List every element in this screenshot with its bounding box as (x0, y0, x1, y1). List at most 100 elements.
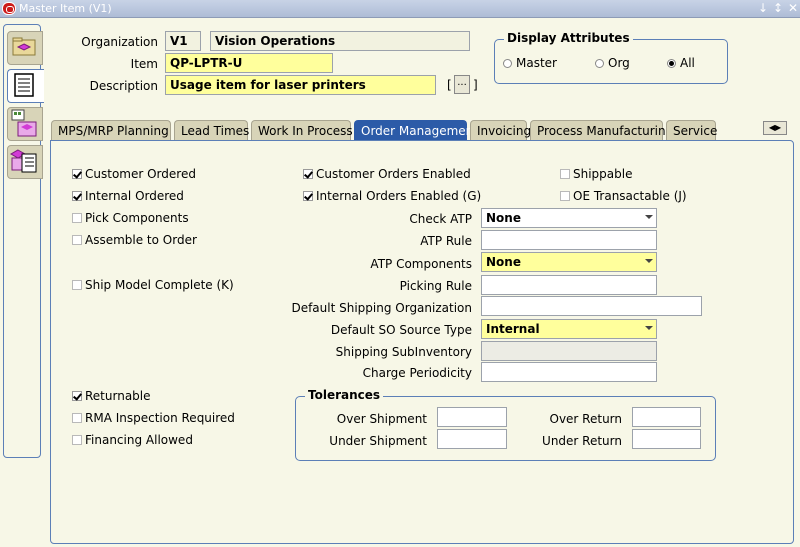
default-shipping-org-field[interactable] (481, 296, 702, 316)
radio-org-label: Org (608, 56, 630, 70)
radio-master-dot (503, 59, 512, 68)
close-icon[interactable]: ✕ (786, 1, 800, 15)
side-tab-folder[interactable] (7, 31, 43, 65)
tab-work-in-process[interactable]: Work In Process (251, 120, 353, 140)
pick-components-checkbox[interactable]: Pick Components (72, 211, 189, 225)
radio-org-dot (595, 59, 604, 68)
minimize-icon[interactable]: ↓ (756, 1, 770, 15)
bracket-close: ] (473, 78, 478, 92)
pick-components-box (72, 213, 82, 223)
assemble-to-order-box (72, 235, 82, 245)
tab-process-manufacturing[interactable]: Process Manufacturing (530, 120, 673, 140)
over-return-field[interactable] (632, 407, 701, 427)
shipping-subinventory-label: Shipping SubInventory (335, 345, 472, 359)
oe-transactable-checkbox[interactable]: OE Transactable (J) (560, 189, 687, 203)
more-button[interactable]: ... (454, 75, 470, 94)
radio-all-dot (667, 59, 676, 68)
returnable-label: Returnable (85, 389, 151, 403)
customer-orders-enabled-checkbox[interactable]: Customer Orders Enabled (303, 167, 471, 181)
charge-periodicity-field[interactable] (481, 362, 657, 382)
tab-service[interactable]: Service (666, 120, 717, 140)
tab-lead-times[interactable]: Lead Times (174, 120, 249, 140)
list-icon (14, 73, 34, 97)
under-shipment-field[interactable] (437, 429, 507, 449)
tab-scroll-button[interactable]: ◀▶ (763, 121, 787, 135)
customer-orders-enabled-label: Customer Orders Enabled (316, 167, 471, 181)
under-return-field[interactable] (632, 429, 701, 449)
chevron-down-icon (645, 259, 653, 263)
tab-order-management[interactable]: Order Management (354, 120, 478, 140)
bracket-open: [ (447, 78, 452, 92)
item-field[interactable]: QP-LPTR-U (165, 53, 333, 73)
item-label: Item (130, 57, 158, 71)
default-shipping-org-label: Default Shipping Organization (291, 301, 472, 315)
customer-orders-enabled-box (303, 169, 313, 179)
assemble-to-order-checkbox[interactable]: Assemble to Order (72, 233, 197, 247)
radio-all[interactable]: All (667, 56, 695, 70)
picking-rule-field[interactable] (481, 275, 657, 295)
ship-model-complete-box (72, 280, 82, 290)
organization-code-field: V1 (165, 31, 201, 51)
internal-orders-enabled-label: Internal Orders Enabled (G) (316, 189, 482, 203)
over-shipment-label: Over Shipment (336, 412, 427, 426)
financing-allowed-checkbox[interactable]: Financing Allowed (72, 433, 193, 447)
internal-orders-enabled-checkbox[interactable]: Internal Orders Enabled (G) (303, 189, 481, 203)
customer-ordered-checkbox[interactable]: Customer Ordered (72, 167, 196, 181)
rma-inspection-checkbox[interactable]: RMA Inspection Required (72, 411, 235, 425)
check-atp-label: Check ATP (409, 212, 472, 226)
assemble-to-order-label: Assemble to Order (85, 233, 197, 247)
folder-icon (12, 37, 36, 56)
radio-master[interactable]: Master (503, 56, 557, 70)
side-tab-item-list[interactable] (7, 145, 43, 179)
item-list-icon (9, 149, 37, 173)
atp-rule-field[interactable] (481, 230, 657, 250)
under-shipment-label: Under Shipment (329, 434, 427, 448)
over-return-label: Over Return (549, 412, 623, 426)
shippable-label: Shippable (573, 167, 633, 181)
atp-rule-label: ATP Rule (420, 234, 472, 248)
internal-ordered-label: Internal Ordered (85, 189, 184, 203)
side-tab-list[interactable] (7, 69, 44, 103)
organization-name-field: Vision Operations (210, 31, 470, 51)
display-attributes-group: Display Attributes Master Org All (494, 31, 728, 84)
internal-ordered-checkbox[interactable]: Internal Ordered (72, 189, 184, 203)
rma-inspection-label: RMA Inspection Required (85, 411, 235, 425)
hierarchy-icon (11, 109, 37, 137)
financing-allowed-box (72, 435, 82, 445)
side-tab-hierarchy[interactable] (7, 107, 43, 141)
over-shipment-field[interactable] (437, 407, 507, 427)
display-attributes-title: Display Attributes (504, 31, 633, 45)
tab-strip: MPS/MRP Planning Lead Times Work In Proc… (51, 118, 796, 142)
pick-components-label: Pick Components (85, 211, 189, 225)
ship-model-complete-checkbox[interactable]: Ship Model Complete (K) (72, 278, 234, 292)
customer-ordered-box (72, 169, 82, 179)
shippable-checkbox[interactable]: Shippable (560, 167, 632, 181)
atp-components-value: None (486, 255, 521, 269)
returnable-box (72, 391, 82, 401)
default-so-source-value: Internal (486, 322, 540, 336)
tolerances-title: Tolerances (305, 388, 384, 402)
window-titlebar: Master Item (V1) ↓ ↕ ✕ (0, 0, 800, 18)
default-so-source-dropdown[interactable]: Internal (481, 319, 657, 339)
chevron-down-icon (645, 215, 653, 219)
description-field[interactable]: Usage item for laser printers (165, 75, 436, 95)
radio-org[interactable]: Org (595, 56, 630, 70)
default-so-source-label: Default SO Source Type (330, 323, 472, 337)
tab-invoicing[interactable]: Invoicing (470, 120, 531, 140)
maximize-icon[interactable]: ↕ (771, 1, 785, 15)
tab-mps-mrp-planning[interactable]: MPS/MRP Planning (51, 120, 171, 140)
organization-label: Organization (81, 35, 158, 49)
ship-model-complete-label: Ship Model Complete (K) (85, 278, 234, 292)
atp-components-dropdown[interactable]: None (481, 252, 657, 272)
shipping-subinventory-field (481, 341, 657, 361)
oracle-app-icon (2, 2, 16, 15)
check-atp-dropdown[interactable]: None (481, 208, 657, 228)
radio-master-label: Master (516, 56, 557, 70)
window-title: Master Item (V1) (19, 2, 112, 15)
returnable-checkbox[interactable]: Returnable (72, 389, 151, 403)
shippable-box (560, 169, 570, 179)
charge-periodicity-label: Charge Periodicity (362, 366, 472, 380)
description-label: Description (89, 79, 158, 93)
oe-transactable-label: OE Transactable (J) (573, 189, 687, 203)
financing-allowed-label: Financing Allowed (85, 433, 193, 447)
